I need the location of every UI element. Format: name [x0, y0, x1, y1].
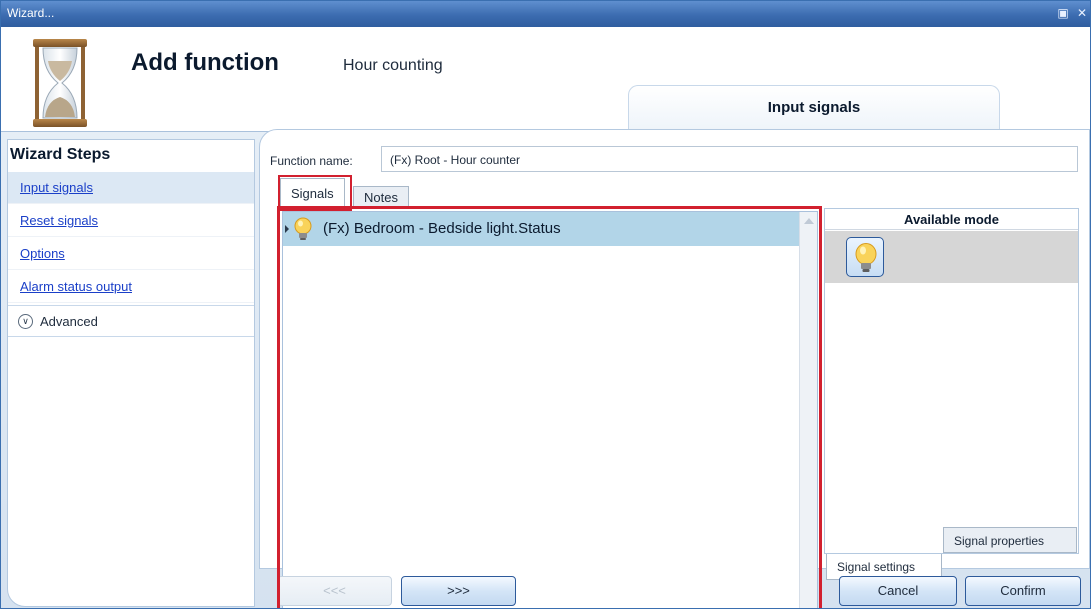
back-button[interactable]: <<<	[277, 576, 392, 606]
hourglass-icon	[33, 39, 87, 127]
next-button[interactable]: >>>	[401, 576, 516, 606]
sidebar-item-alarm-status-output[interactable]: Alarm status output	[8, 271, 254, 303]
wizard-header: Add function Hour counting Input signals	[1, 27, 1090, 131]
vertical-scrollbar[interactable]	[799, 212, 817, 608]
wizard-steps-sidebar: Wizard Steps Input signals Reset signals…	[7, 139, 255, 607]
function-name-field[interactable]: (Fx) Root - Hour counter	[381, 146, 1078, 172]
sidebar-item-input-signals[interactable]: Input signals	[8, 172, 254, 204]
available-mode-header: Available mode	[825, 209, 1078, 230]
sidebar-item-reset-signals[interactable]: Reset signals	[8, 205, 254, 237]
window-title: Wizard...	[7, 6, 55, 20]
scroll-up-icon[interactable]	[804, 218, 814, 224]
function-name-label: Function name:	[270, 154, 353, 168]
sidebar-title: Wizard Steps	[10, 146, 111, 163]
sidebar-item-options[interactable]: Options	[8, 238, 254, 270]
signals-list[interactable]: (Fx) Bedroom - Bedside light.Status	[282, 211, 818, 608]
advanced-expander[interactable]: ∨ Advanced	[8, 305, 254, 337]
row-expand-icon	[285, 225, 289, 233]
restore-icon[interactable]: ▣	[1056, 6, 1070, 20]
list-item[interactable]: (Fx) Bedroom - Bedside light.Status	[283, 212, 799, 246]
main-panel: Function name: (Fx) Root - Hour counter …	[259, 129, 1090, 608]
lightbulb-icon	[294, 217, 312, 240]
wizard-window: Wizard... ▣ ✕ Add function Hour counting…	[0, 0, 1091, 609]
mode-strip	[825, 231, 1078, 283]
page-title: Add function	[131, 49, 279, 76]
tab-notes[interactable]: Notes	[353, 186, 409, 208]
mode-lightbulb-button[interactable]	[846, 237, 884, 277]
lightbulb-icon	[855, 243, 877, 272]
chevron-down-icon: ∨	[18, 314, 33, 329]
tab-signal-properties[interactable]: Signal properties	[943, 527, 1077, 553]
signal-label: (Fx) Bedroom - Bedside light.Status	[323, 220, 561, 237]
tab-signals[interactable]: Signals	[280, 178, 345, 208]
page-subtitle: Hour counting	[343, 57, 443, 74]
close-icon[interactable]: ✕	[1075, 6, 1089, 20]
title-bar[interactable]: Wizard... ▣ ✕	[1, 1, 1090, 27]
cancel-button[interactable]: Cancel	[839, 576, 957, 606]
advanced-label: Advanced	[40, 314, 98, 329]
current-step-tab: Input signals	[628, 85, 1000, 131]
available-mode-panel: Available mode	[824, 208, 1079, 554]
confirm-button[interactable]: Confirm	[965, 576, 1081, 606]
